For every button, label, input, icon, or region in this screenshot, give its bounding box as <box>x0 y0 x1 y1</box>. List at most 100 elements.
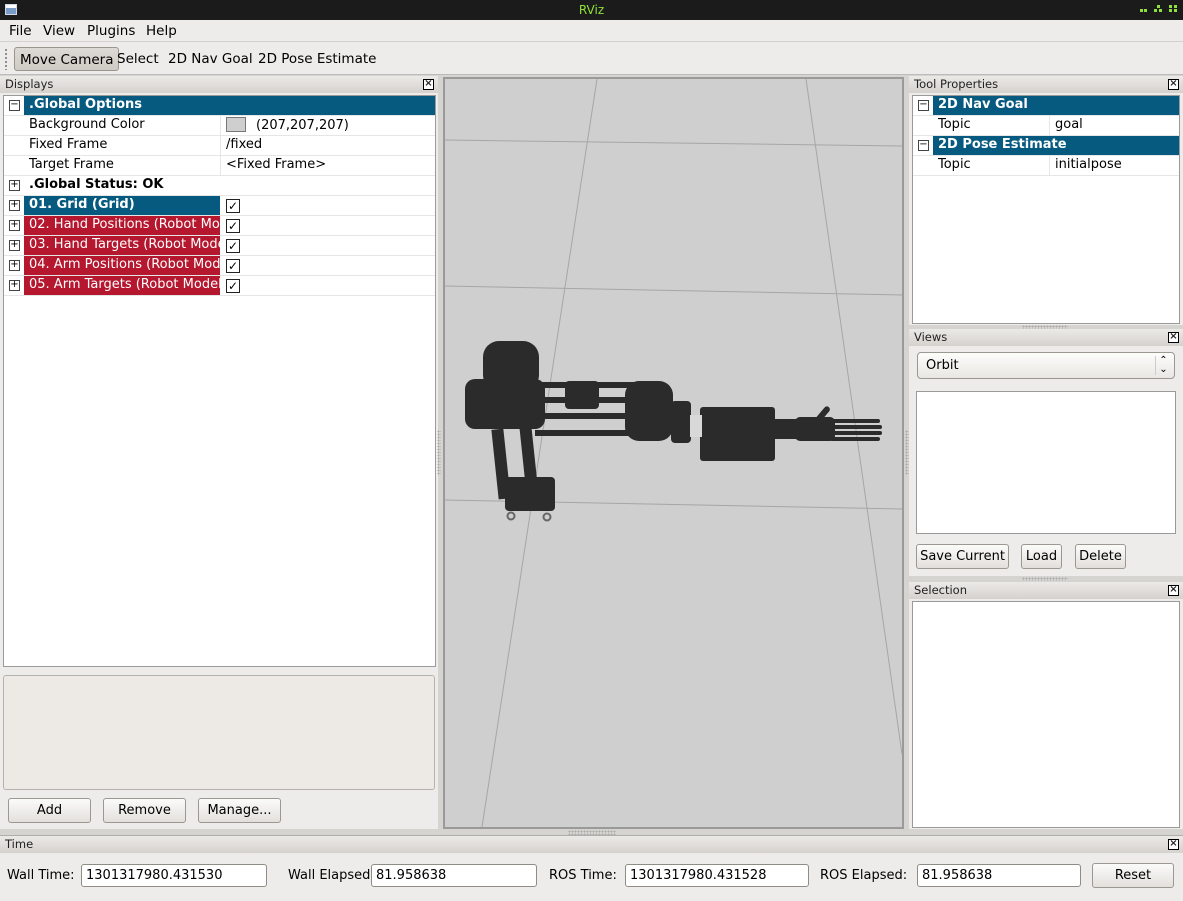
tool-group-2d-nav-goal[interactable]: − 2D Nav Goal <box>913 96 1179 116</box>
tool-properties-title: Tool Properties <box>914 77 999 91</box>
collapse-icon[interactable]: − <box>9 100 20 111</box>
tool-bar: Move Camera Select 2D Nav Goal 2D Pose E… <box>0 42 1183 75</box>
tool-select[interactable]: Select <box>112 47 164 71</box>
property-value[interactable]: /fixed <box>220 136 435 155</box>
grid-line <box>445 285 902 296</box>
close-icon[interactable]: × <box>1168 332 1179 343</box>
tool-properties-header: Tool Properties × <box>909 76 1183 93</box>
save-current-button[interactable]: Save Current <box>916 544 1009 569</box>
global-options-row[interactable]: − .Global Options <box>4 96 435 116</box>
remove-button[interactable]: Remove <box>103 798 186 823</box>
add-button[interactable]: Add <box>8 798 91 823</box>
tool-group-2d-pose-estimate[interactable]: − 2D Pose Estimate <box>913 136 1179 156</box>
robot-wrist-adapter <box>690 415 702 437</box>
menu-plugins[interactable]: Plugins <box>87 23 135 39</box>
tool-properties-panel: Tool Properties × − 2D Nav Goal Topic go… <box>909 76 1183 325</box>
tool-2d-nav-goal[interactable]: 2D Nav Goal <box>163 47 258 71</box>
robot-finger <box>830 419 880 423</box>
close-icon[interactable]: × <box>1168 79 1179 90</box>
menu-file[interactable]: File <box>9 23 32 39</box>
menu-view[interactable]: View <box>43 23 75 39</box>
expand-icon[interactable]: + <box>9 240 20 251</box>
enabled-checkbox[interactable]: ✓ <box>226 239 240 253</box>
property-value[interactable]: goal <box>1049 116 1179 135</box>
dock-splitter-handle[interactable] <box>1022 577 1068 581</box>
time-panel: Time × Wall Time: 1301317980.431530 Wall… <box>0 835 1183 901</box>
property-row[interactable]: Fixed Frame /fixed <box>4 136 435 156</box>
wall-elapsed-field[interactable]: 81.958638 <box>371 864 537 887</box>
enabled-checkbox[interactable]: ✓ <box>226 279 240 293</box>
wall-time-field[interactable]: 1301317980.431530 <box>81 864 267 887</box>
selection-title: Selection <box>914 583 967 597</box>
display-item-arm-targets[interactable]: + 05. Arm Targets (Robot Model) ✓ <box>4 276 435 296</box>
manage-button[interactable]: Manage... <box>198 798 281 823</box>
property-value[interactable]: initialpose <box>1049 156 1179 175</box>
maximize-icon[interactable] <box>1153 5 1163 15</box>
expand-icon[interactable]: + <box>9 220 20 231</box>
property-value[interactable]: <Fixed Frame> <box>220 156 435 175</box>
display-item-hand-positions[interactable]: + 02. Hand Positions (Robot Model) ✓ <box>4 216 435 236</box>
load-button[interactable]: Load <box>1021 544 1062 569</box>
robot-finger <box>830 437 880 441</box>
toolbar-grip-handle[interactable] <box>4 48 8 70</box>
enabled-checkbox[interactable]: ✓ <box>226 199 240 213</box>
delete-button[interactable]: Delete <box>1075 544 1126 569</box>
display-label: 03. Hand Targets (Robot Model) <box>24 236 220 255</box>
property-row[interactable]: Topic initialpose <box>913 156 1179 176</box>
expand-icon[interactable]: + <box>9 180 20 191</box>
displays-title: Displays <box>5 77 54 91</box>
enabled-checkbox[interactable]: ✓ <box>226 219 240 233</box>
expand-icon[interactable]: + <box>9 280 20 291</box>
property-row[interactable]: Topic goal <box>913 116 1179 136</box>
robot-base-plate <box>505 477 555 511</box>
menu-help[interactable]: Help <box>146 23 177 39</box>
views-panel: Views × Orbit ⌃ ⌄ Save Current Load Delet… <box>909 329 1183 576</box>
displays-header: Displays × <box>0 76 438 93</box>
ros-time-label: ROS Time: <box>549 868 617 883</box>
close-window-icon[interactable] <box>1168 5 1178 15</box>
displays-tree: − .Global Options Background Color (207,… <box>3 95 436 667</box>
robot-elbow-cap <box>671 401 691 443</box>
display-label: 05. Arm Targets (Robot Model) <box>24 276 220 295</box>
close-icon[interactable]: × <box>1168 839 1179 850</box>
display-item-grid[interactable]: + 01. Grid (Grid) ✓ <box>4 196 435 216</box>
property-name: Fixed Frame <box>29 137 108 152</box>
expand-icon[interactable]: + <box>9 260 20 271</box>
tool-move-camera[interactable]: Move Camera <box>14 47 120 71</box>
expand-icon[interactable]: + <box>9 200 20 211</box>
display-item-arm-positions[interactable]: + 04. Arm Positions (Robot Model) ✓ <box>4 256 435 276</box>
reset-button[interactable]: Reset <box>1092 863 1174 888</box>
close-icon[interactable]: × <box>423 79 434 90</box>
render-viewport[interactable] <box>443 77 904 829</box>
collapse-icon[interactable]: − <box>918 140 929 151</box>
collapse-icon[interactable]: − <box>918 100 929 111</box>
close-icon[interactable]: × <box>1168 585 1179 596</box>
property-row[interactable]: Background Color (207,207,207) <box>4 116 435 136</box>
property-name: Background Color <box>29 117 145 132</box>
displays-panel: Displays × − .Global Options Background … <box>0 76 438 829</box>
display-item-hand-targets[interactable]: + 03. Hand Targets (Robot Model) ✓ <box>4 236 435 256</box>
property-row[interactable]: Target Frame <Fixed Frame> <box>4 156 435 176</box>
background-color-swatch[interactable] <box>226 117 246 132</box>
ros-time-field[interactable]: 1301317980.431528 <box>625 864 809 887</box>
left-splitter-handle[interactable] <box>437 430 441 475</box>
wall-time-label: Wall Time: <box>7 868 75 883</box>
global-status-label: .Global Status: OK <box>29 177 164 192</box>
selection-panel: Selection × <box>909 582 1183 829</box>
minimize-icon[interactable] <box>1138 5 1148 15</box>
view-type-dropdown[interactable]: Orbit ⌃ ⌄ <box>917 352 1175 379</box>
enabled-checkbox[interactable]: ✓ <box>226 259 240 273</box>
property-name: Target Frame <box>29 157 114 172</box>
menu-bar: File View Plugins Help <box>0 20 1183 42</box>
viewport-scene <box>445 79 902 827</box>
robot-arm-model <box>465 341 882 522</box>
view-type-value: Orbit <box>926 358 959 373</box>
property-value[interactable]: (207,207,207) <box>256 118 349 133</box>
ros-elapsed-field[interactable]: 81.958638 <box>917 864 1081 887</box>
robot-finger <box>830 431 882 435</box>
robot-base-housing <box>465 379 545 429</box>
global-status-row[interactable]: + .Global Status: OK <box>4 176 435 196</box>
time-header: Time × <box>0 836 1183 853</box>
saved-views-list[interactable] <box>916 391 1176 534</box>
tool-2d-pose-estimate[interactable]: 2D Pose Estimate <box>253 47 381 71</box>
